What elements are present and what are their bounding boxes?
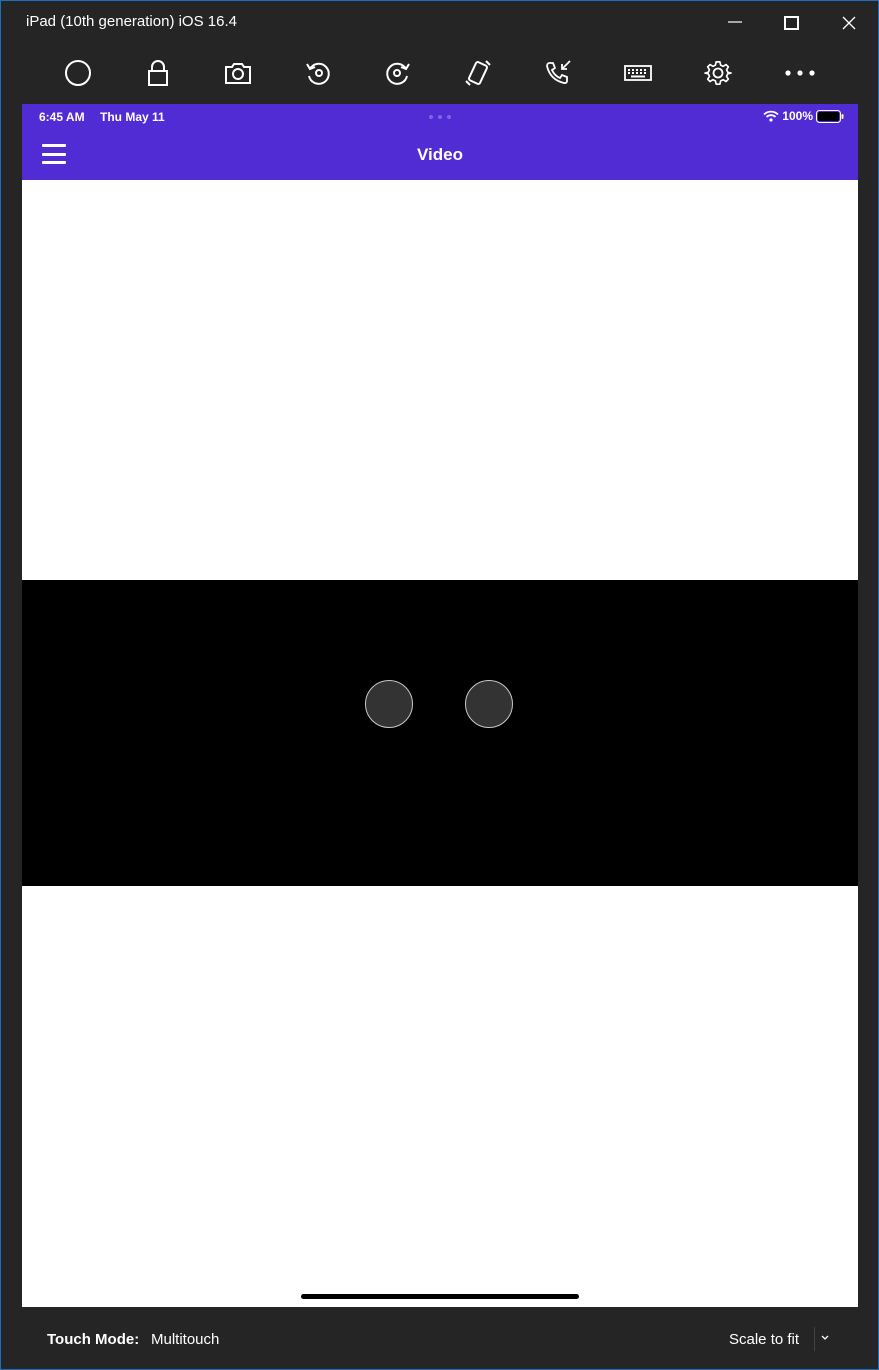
status-date: Thu May 11 xyxy=(100,110,165,124)
screenshot-button[interactable] xyxy=(218,55,258,91)
page-title: Video xyxy=(417,145,463,164)
settings-button[interactable] xyxy=(698,55,738,91)
touch-mode-value[interactable]: Multitouch xyxy=(151,1331,219,1348)
status-time: 6:45 AM xyxy=(39,110,85,124)
multitasking-dots-icon[interactable] xyxy=(429,115,451,119)
battery-icon xyxy=(816,109,844,123)
shake-button[interactable] xyxy=(458,55,498,91)
video-control-button[interactable] xyxy=(465,680,513,728)
camera-icon xyxy=(225,63,251,84)
maximize-icon xyxy=(784,16,799,30)
call-button[interactable] xyxy=(538,55,578,91)
more-icon xyxy=(785,70,815,76)
bottom-bar: Touch Mode: Multitouch Scale to fit xyxy=(1,1307,878,1369)
minimize-button[interactable] xyxy=(712,5,758,41)
rotate-right-icon xyxy=(386,62,410,85)
keyboard-button[interactable] xyxy=(618,55,658,91)
video-player[interactable] xyxy=(22,580,858,886)
device-screen: 6:45 AM Thu May 11 100% Video xyxy=(22,104,858,1307)
content-area-top xyxy=(22,180,858,580)
touch-mode-label: Touch Mode: xyxy=(47,1331,140,1348)
battery-percent: 100% xyxy=(782,109,813,123)
maximize-button[interactable] xyxy=(769,5,815,41)
status-right: 100% xyxy=(763,109,844,123)
chevron-down-icon[interactable] xyxy=(819,1330,831,1346)
divider xyxy=(814,1327,815,1351)
home-indicator[interactable] xyxy=(301,1294,579,1299)
window-title: iPad (10th generation) iOS 16.4 xyxy=(26,13,237,30)
shake-icon xyxy=(465,60,491,86)
wifi-icon xyxy=(763,110,779,122)
close-icon xyxy=(842,16,856,30)
title-bar: iPad (10th generation) iOS 16.4 xyxy=(1,1,878,45)
simulator-toolbar xyxy=(1,45,878,101)
scale-select[interactable]: Scale to fit xyxy=(729,1331,799,1348)
rotate-left-button[interactable] xyxy=(298,55,338,91)
keyboard-icon xyxy=(624,65,652,81)
gear-icon xyxy=(704,61,732,86)
rotate-right-button[interactable] xyxy=(378,55,418,91)
lock-button[interactable] xyxy=(138,55,178,91)
phone-incoming-icon xyxy=(546,60,571,85)
minimize-icon xyxy=(728,21,742,23)
rotate-left-icon xyxy=(306,62,330,85)
close-button[interactable] xyxy=(826,5,872,41)
status-bar: 6:45 AM Thu May 11 100% xyxy=(22,104,858,130)
simulator-window: iPad (10th generation) iOS 16.4 6:45 AM … xyxy=(0,0,879,1370)
navigation-bar: Video xyxy=(22,130,858,180)
content-area-bottom xyxy=(22,886,858,1307)
circle-icon xyxy=(65,60,91,86)
home-button[interactable] xyxy=(58,55,98,91)
video-control-button[interactable] xyxy=(365,680,413,728)
more-button[interactable] xyxy=(780,55,820,91)
lock-icon xyxy=(148,60,168,86)
